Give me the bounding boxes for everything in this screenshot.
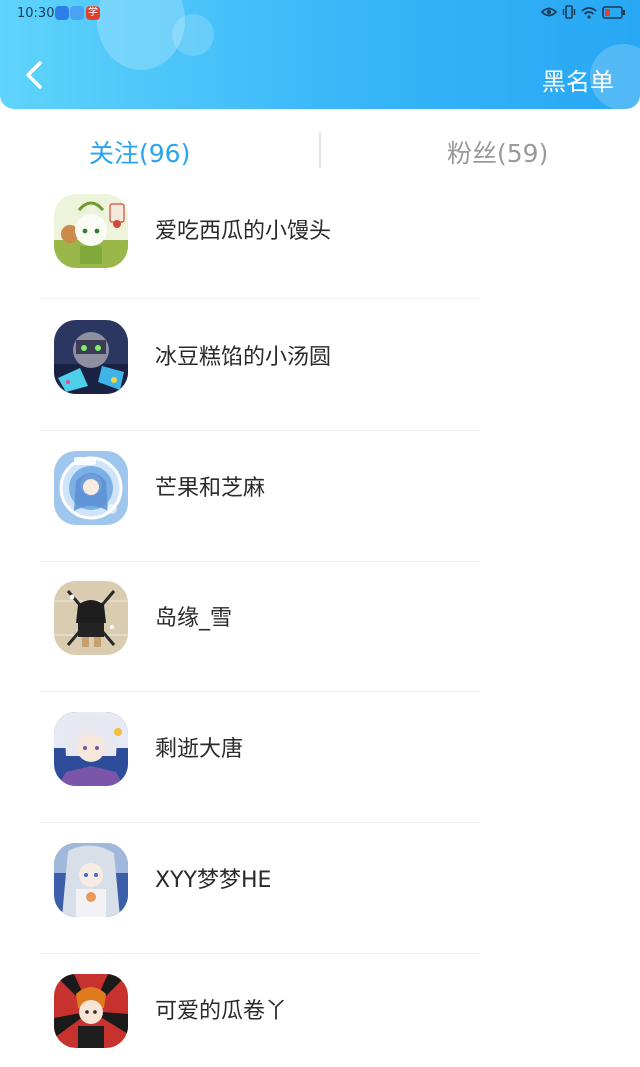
row-divider: [40, 561, 480, 562]
app-notification-icon: [55, 6, 69, 20]
app-root: 10:30 学 黑名单 关注(96) 粉丝(59) 爱吃西瓜的小馒头 冰豆糕馅的…: [0, 0, 640, 1067]
status-icons: [540, 5, 626, 23]
user-name: 爱吃西瓜的小馒头: [155, 219, 332, 244]
avatar: [54, 451, 128, 525]
status-time: 10:30: [17, 6, 55, 21]
tab-separator: [319, 132, 321, 168]
row-divider: [40, 430, 480, 431]
user-name: 可爱的瓜卷丫: [155, 999, 288, 1024]
list-item[interactable]: 可爱的瓜卷丫: [0, 974, 640, 1067]
avatar: [54, 843, 128, 917]
user-name: 岛缘_雪: [155, 606, 233, 631]
user-name: XYY梦梦HE: [155, 868, 272, 893]
status-bar: 10:30 学: [0, 0, 640, 28]
row-divider: [40, 822, 480, 823]
tab-following[interactable]: 关注(96): [89, 134, 190, 170]
avatar: [54, 974, 128, 1048]
avatar: [54, 320, 128, 394]
row-divider: [40, 298, 480, 299]
list-item[interactable]: 爱吃西瓜的小馒头: [0, 194, 640, 325]
vibrate-icon: [562, 5, 576, 23]
avatar: [54, 712, 128, 786]
list-item[interactable]: 剩逝大唐: [0, 712, 640, 843]
top-header: 10:30 学 黑名单: [0, 0, 640, 109]
app-notification-icon: [70, 6, 84, 20]
user-name: 芒果和芝麻: [155, 476, 266, 501]
list-item[interactable]: 岛缘_雪: [0, 581, 640, 712]
list-item[interactable]: 冰豆糕馅的小汤圆: [0, 320, 640, 451]
battery-icon: [602, 5, 626, 23]
tab-bar: 关注(96) 粉丝(59): [0, 128, 640, 178]
user-name: 剩逝大唐: [155, 737, 244, 762]
row-divider: [40, 691, 480, 692]
list-item[interactable]: 芒果和芝麻: [0, 451, 640, 582]
row-divider: [40, 953, 480, 954]
study-app-notification-icon: 学: [86, 6, 100, 20]
user-name: 冰豆糕馅的小汤圆: [155, 345, 332, 370]
tab-fans[interactable]: 粉丝(59): [447, 134, 548, 170]
list-item[interactable]: XYY梦梦HE: [0, 843, 640, 974]
blacklist-button[interactable]: 黑名单: [542, 62, 614, 97]
avatar: [54, 581, 128, 655]
back-button[interactable]: [20, 60, 50, 90]
chevron-left-icon: [26, 61, 42, 89]
avatar: [54, 194, 128, 268]
eye-icon: [540, 6, 558, 22]
wifi-icon: [581, 6, 597, 23]
